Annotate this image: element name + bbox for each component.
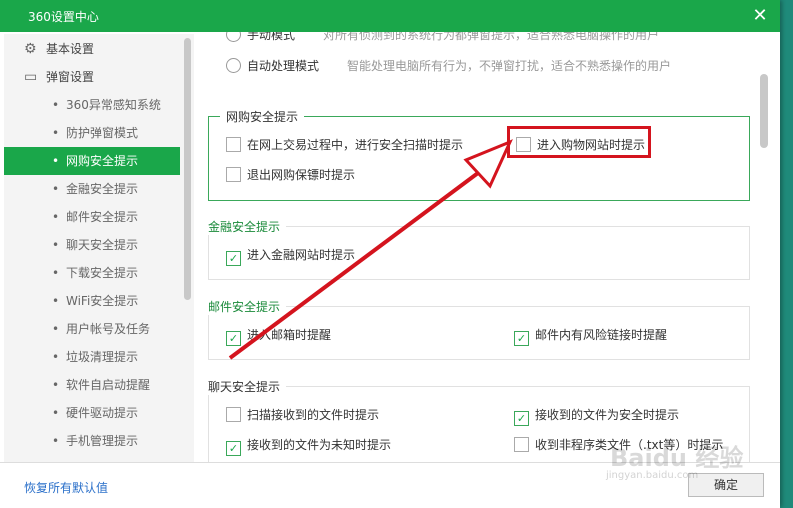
watermark: Baidu 经验 (610, 444, 744, 472)
annotation-arrow (228, 139, 513, 360)
watermark-url: jingyan.baidu.com (606, 470, 699, 481)
